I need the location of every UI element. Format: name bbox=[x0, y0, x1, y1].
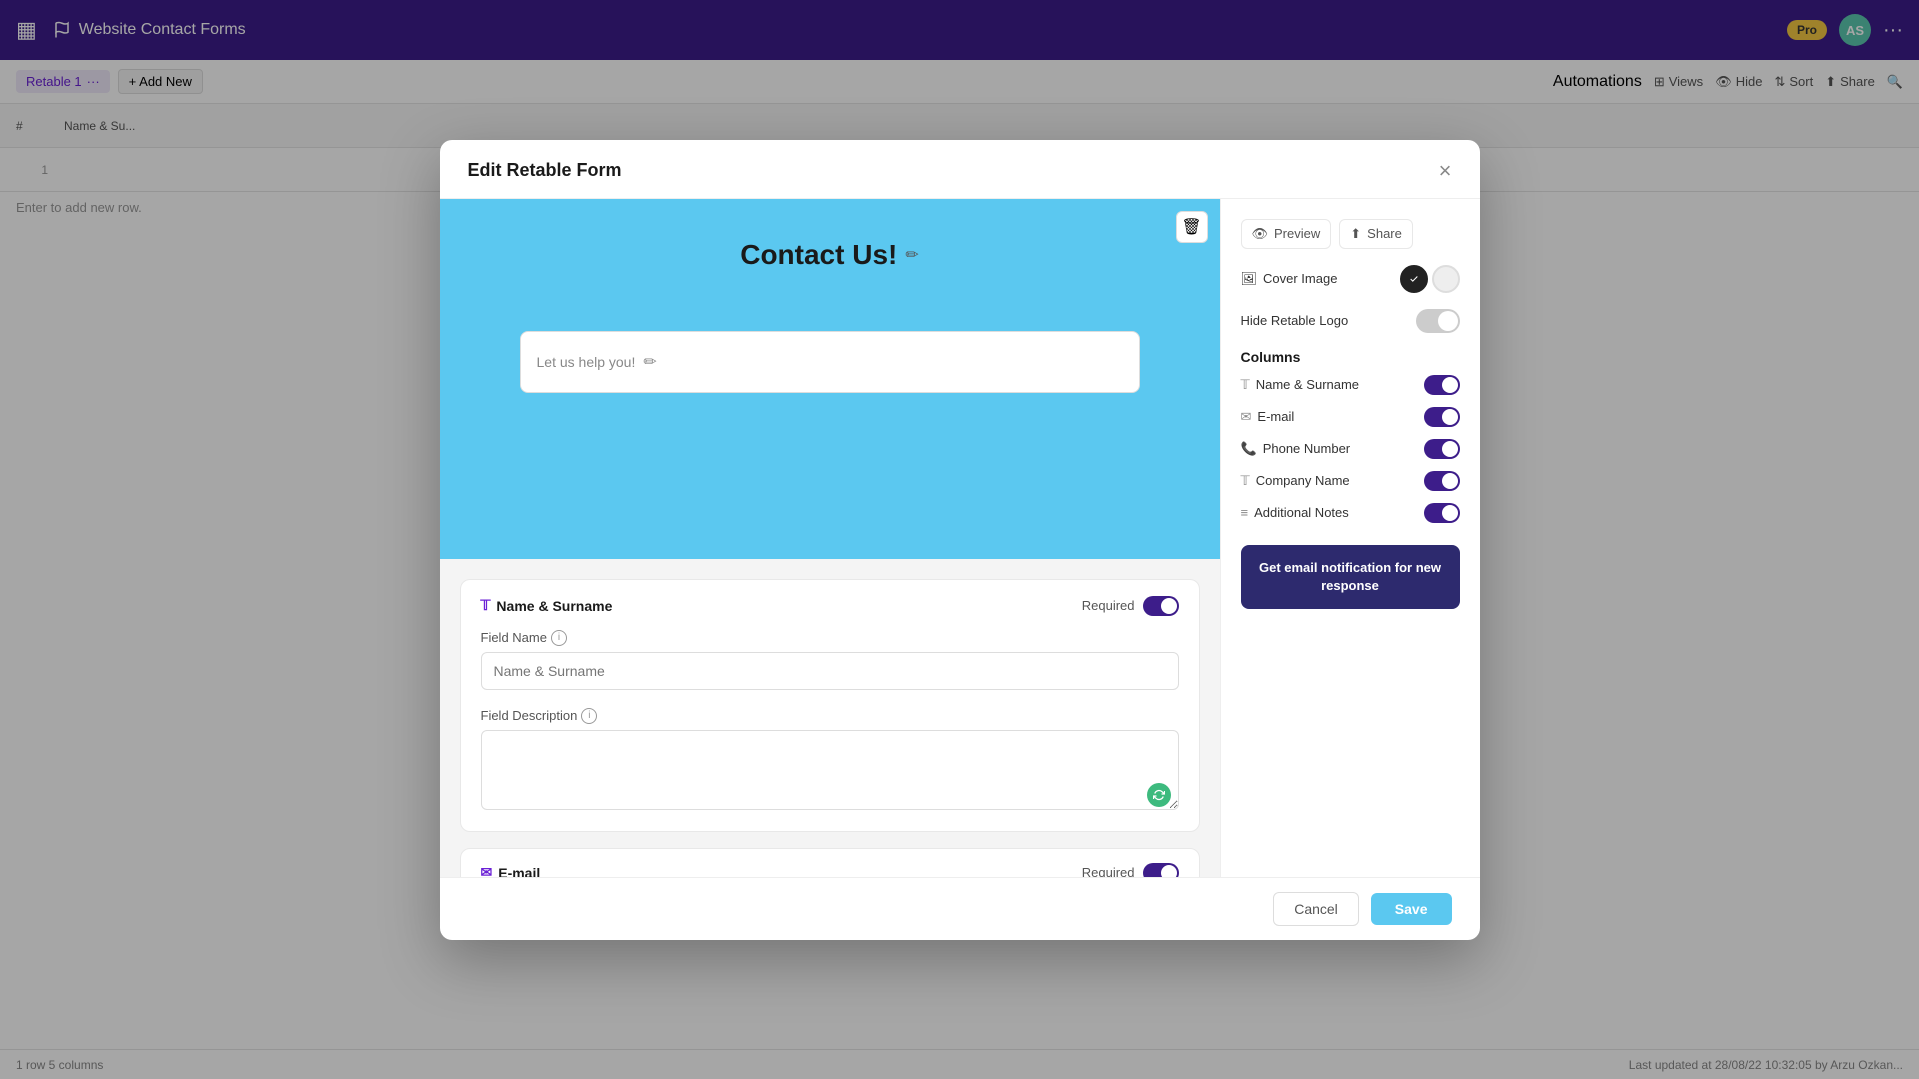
form-subtitle: Let us help you! bbox=[537, 354, 636, 370]
field-desc-textarea-wrap bbox=[481, 730, 1179, 815]
field-card-email[interactable]: ✉ E-mail Required bbox=[460, 848, 1200, 877]
field-card-name-surname: 𝕋 Name & Surname Required Field Name i bbox=[460, 579, 1200, 832]
column-row-email: ✉ E-mail bbox=[1241, 401, 1460, 433]
column-row-company: 𝕋 Company Name bbox=[1241, 465, 1460, 497]
cover-toggle-group bbox=[1400, 265, 1460, 293]
email-required-toggle-row: Required bbox=[1082, 863, 1179, 877]
modal-header: Edit Retable Form × bbox=[440, 140, 1480, 199]
col-toggle-phone[interactable] bbox=[1424, 439, 1460, 459]
edit-form-modal: Edit Retable Form × 🗑 Contact Us! ✏ Let bbox=[440, 140, 1480, 940]
field-desc-section-label: Field Description i bbox=[481, 708, 1179, 724]
form-fields-area: 𝕋 Name & Surname Required Field Name i bbox=[440, 559, 1220, 877]
modal-body: 🗑 Contact Us! ✏ Let us help you! ✏ bbox=[440, 199, 1480, 877]
col-icon-phone: 📞 bbox=[1241, 441, 1257, 457]
modal-overlay: Edit Retable Form × 🗑 Contact Us! ✏ Let bbox=[0, 0, 1919, 1079]
form-subtitle-wrap: Let us help you! ✏ bbox=[520, 331, 1140, 393]
field-name-label: 𝕋 Name & Surname bbox=[481, 597, 613, 614]
field-name-info-icon[interactable]: i bbox=[551, 630, 567, 646]
column-row-phone: 📞 Phone Number bbox=[1241, 433, 1460, 465]
form-preview-panel: 🗑 Contact Us! ✏ Let us help you! ✏ bbox=[440, 199, 1220, 877]
columns-title: Columns bbox=[1241, 349, 1460, 365]
modal-title: Edit Retable Form bbox=[468, 160, 622, 181]
col-toggle-notes[interactable] bbox=[1424, 503, 1460, 523]
preview-icon: 👁 bbox=[1252, 226, 1269, 242]
column-row-name-surname: 𝕋 Name & Surname bbox=[1241, 369, 1460, 401]
share-button-panel[interactable]: ⬆ Share bbox=[1339, 219, 1413, 249]
col-toggle-name-surname[interactable] bbox=[1424, 375, 1460, 395]
check-icon bbox=[1409, 274, 1419, 284]
share-icon: ⬆ bbox=[1350, 226, 1361, 242]
right-panel: 👁 Preview ⬆ Share 🖼 Cover Image bbox=[1220, 199, 1480, 877]
cover-image-row: 🖼 Cover Image bbox=[1241, 265, 1460, 293]
cover-light-toggle[interactable] bbox=[1432, 265, 1460, 293]
field-name-input[interactable] bbox=[481, 652, 1179, 690]
refresh-icon[interactable] bbox=[1147, 783, 1171, 807]
modal-close-button[interactable]: × bbox=[1439, 160, 1452, 182]
form-title-edit-icon[interactable]: ✏ bbox=[905, 245, 918, 265]
col-icon-company: 𝕋 bbox=[1241, 473, 1250, 489]
field-card-header: 𝕋 Name & Surname Required bbox=[481, 596, 1179, 616]
col-icon-email: ✉ bbox=[1241, 409, 1252, 425]
trash-icon: 🗑 bbox=[1181, 217, 1201, 237]
field-desc-info-icon[interactable]: i bbox=[581, 708, 597, 724]
columns-section: Columns 𝕋 Name & Surname ✉ E-mail bbox=[1241, 349, 1460, 529]
modal-footer: Cancel Save bbox=[440, 877, 1480, 940]
cover-image-label: 🖼 Cover Image bbox=[1241, 271, 1338, 287]
field-desc-textarea[interactable] bbox=[481, 730, 1179, 810]
field-name-section-label: Field Name i bbox=[481, 630, 1179, 646]
form-title-area: Contact Us! ✏ bbox=[740, 239, 919, 271]
hide-logo-label: Hide Retable Logo bbox=[1241, 313, 1349, 328]
delete-cover-button[interactable]: 🗑 bbox=[1176, 211, 1208, 243]
hide-logo-row: Hide Retable Logo bbox=[1241, 309, 1460, 333]
email-field-name-label: ✉ E-mail bbox=[481, 864, 541, 877]
save-button[interactable]: Save bbox=[1371, 893, 1452, 925]
required-toggle[interactable] bbox=[1143, 596, 1179, 616]
panel-actions: 👁 Preview ⬆ Share bbox=[1241, 219, 1460, 249]
refresh-svg bbox=[1153, 789, 1165, 801]
cover-dark-toggle[interactable] bbox=[1400, 265, 1428, 293]
hide-logo-toggle[interactable] bbox=[1416, 309, 1460, 333]
col-toggle-company[interactable] bbox=[1424, 471, 1460, 491]
form-title: Contact Us! bbox=[740, 239, 897, 271]
text-type-icon: 𝕋 bbox=[481, 597, 491, 614]
form-subtitle-edit-icon[interactable]: ✏ bbox=[643, 352, 656, 372]
column-row-notes: ≡ Additional Notes bbox=[1241, 497, 1460, 529]
form-cover: 🗑 Contact Us! ✏ Let us help you! ✏ bbox=[440, 199, 1220, 559]
required-toggle-row: Required bbox=[1082, 596, 1179, 616]
email-type-icon: ✉ bbox=[481, 864, 493, 877]
col-icon-notes: ≡ bbox=[1241, 505, 1249, 520]
cancel-button[interactable]: Cancel bbox=[1273, 892, 1359, 926]
get-email-notification-button[interactable]: Get email notification for new response bbox=[1241, 545, 1460, 609]
col-toggle-email[interactable] bbox=[1424, 407, 1460, 427]
cover-image-icon: 🖼 bbox=[1241, 271, 1258, 287]
col-icon-name: 𝕋 bbox=[1241, 377, 1250, 393]
email-required-toggle[interactable] bbox=[1143, 863, 1179, 877]
preview-button[interactable]: 👁 Preview bbox=[1241, 219, 1332, 249]
